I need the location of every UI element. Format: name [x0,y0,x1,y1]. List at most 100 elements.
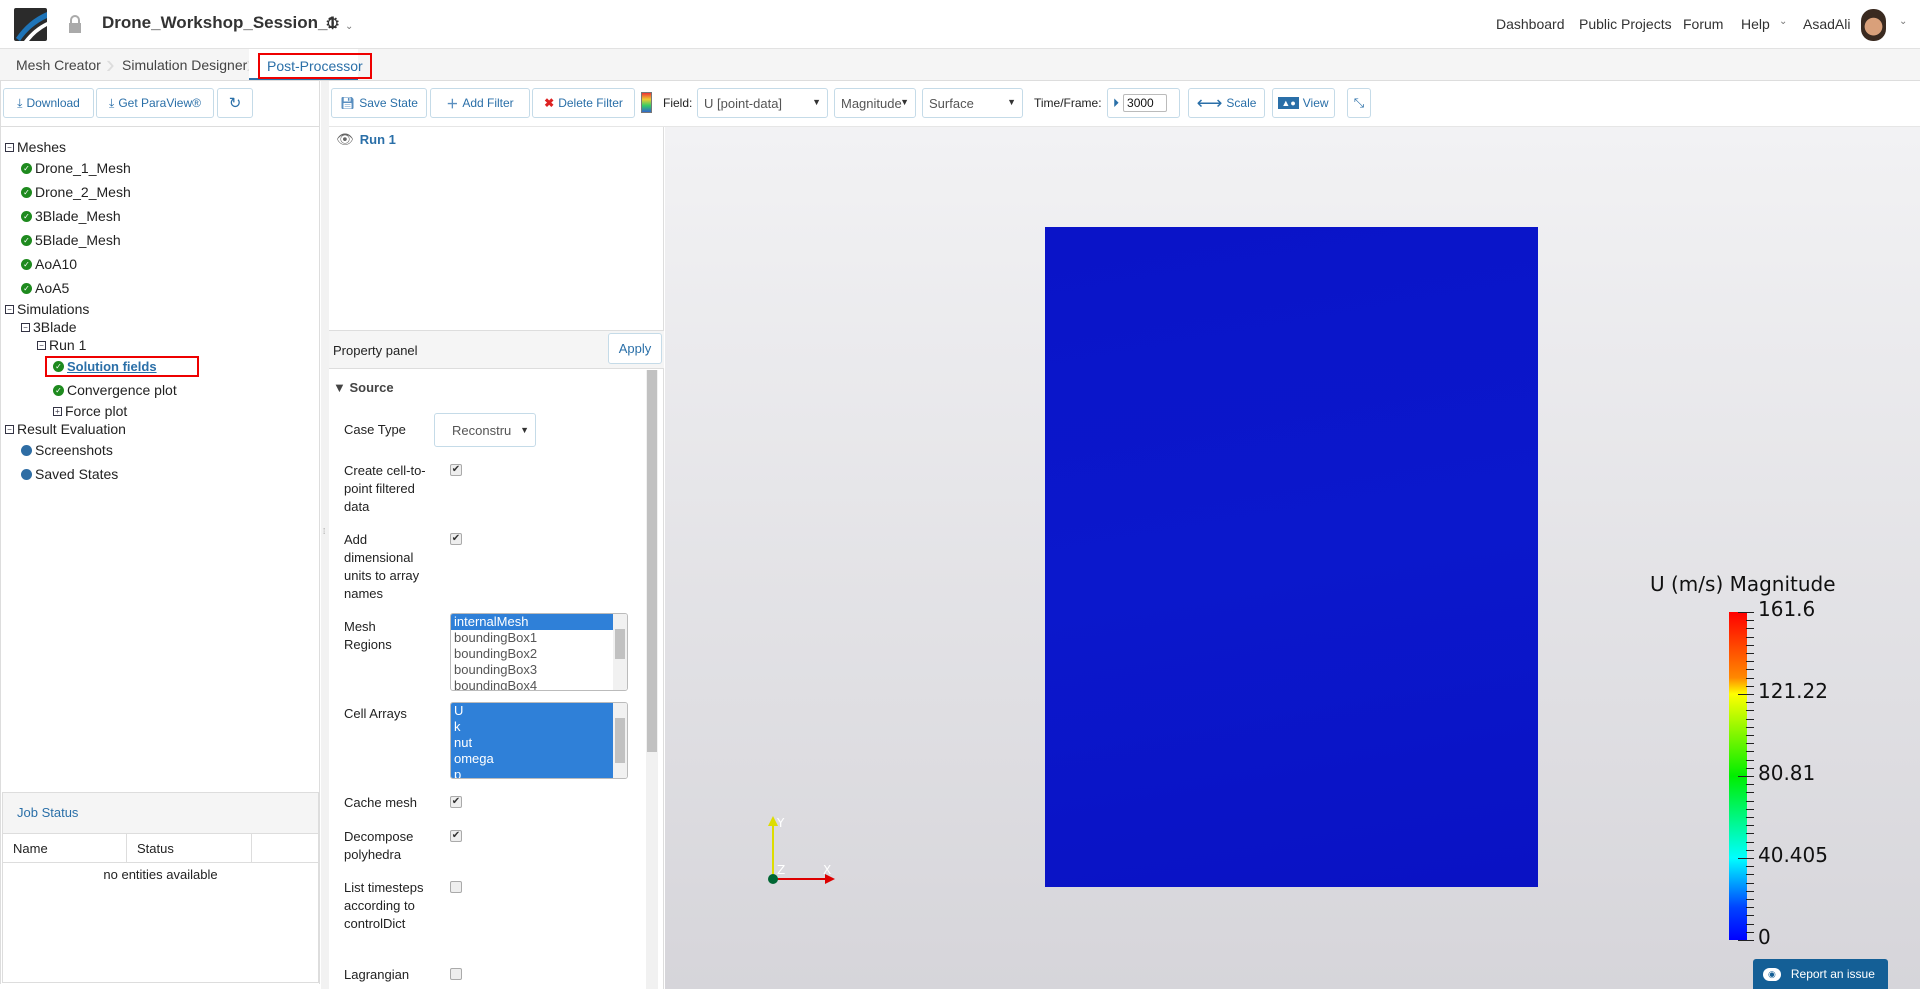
download-icon: ⤓ [17,95,23,110]
save-state-label: Save State [359,96,418,110]
reset-camera-button[interactable]: ⤡ [1347,88,1371,118]
lagrangian-checkbox[interactable] [450,968,462,980]
tree-saved-states[interactable]: Saved States [21,466,118,482]
eye-icon[interactable]: 👁︎ [336,131,354,148]
mesh-regions-list[interactable]: internalMesh boundingBox1 boundingBox2 b… [450,613,628,691]
collapse-icon[interactable]: − [21,322,30,332]
tree-mesh-item[interactable]: ✓ 3Blade_Mesh [21,208,121,224]
caret-down-icon: ▼ [333,380,346,395]
section-source[interactable]: ▼ Source [333,380,394,395]
colorbar-tick [1746,841,1754,843]
list-timesteps-label: List timesteps according to controlDict [344,880,424,931]
decompose-checkbox[interactable]: ✔ [450,830,462,842]
tree-run-1[interactable]: − Run 1 [37,337,86,353]
cell-arrays-list[interactable]: U k nut omega p [450,702,628,779]
view-button[interactable]: ▲● View [1272,88,1335,118]
representation-select[interactable]: Surface ▼ [922,88,1023,118]
user-name[interactable]: AsadAli [1803,16,1850,32]
tree-mesh-item[interactable]: ✓ Drone_1_Mesh [21,160,131,176]
tab-simulation-designer[interactable]: Simulation Designer [122,57,247,73]
colorbar-tick [1746,726,1754,728]
tree-convergence-plot[interactable]: ✓ Convergence plot [53,382,177,398]
divider [1,126,320,127]
add-units-checkbox[interactable]: ✔ [450,533,462,545]
list-option[interactable]: boundingBox1 [451,630,613,646]
report-issue-label: Report an issue [1790,967,1875,981]
colorbar-tick [1746,751,1754,753]
chevron-down-icon[interactable]: ⌄ [1899,16,1907,27]
list-option[interactable]: nut [451,735,613,751]
play-icon[interactable]: ⏵ [1113,96,1119,111]
colormap-icon[interactable] [641,92,652,113]
tree-label: Saved States [35,466,119,482]
scrollbar-thumb[interactable] [647,370,657,752]
list-scrollbar[interactable] [613,703,627,778]
collapse-icon[interactable]: − [5,424,14,434]
check-circle-icon: ✓ [21,234,32,246]
pipeline-label: Run 1 [359,132,396,147]
list-option[interactable]: boundingBox2 [451,646,613,662]
app-logo[interactable] [14,8,47,41]
nav-public-projects[interactable]: Public Projects [1579,16,1672,32]
collapse-icon[interactable]: − [5,142,14,152]
list-option[interactable]: p [451,767,613,778]
refresh-button[interactable]: ↻ [217,88,253,118]
add-filter-button[interactable]: ＋ Add Filter [430,88,530,118]
apply-button[interactable]: Apply [608,333,662,364]
colorbar-tick [1738,940,1754,941]
tree-force-plot[interactable]: + Force plot [53,403,127,419]
lock-icon [68,15,82,33]
chevron-down-icon[interactable]: ⌄ [1779,16,1787,27]
nav-dashboard[interactable]: Dashboard [1496,16,1565,32]
scale-button[interactable]: ⟷ Scale [1188,88,1265,118]
list-option[interactable]: k [451,719,613,735]
tree-label: AoA10 [35,256,78,272]
column-header-status[interactable]: Status [127,834,252,862]
list-scrollbar[interactable] [613,614,627,690]
pipeline-item-run-1[interactable]: 👁︎ Run 1 [336,131,396,148]
list-option[interactable]: U [451,703,613,719]
download-button[interactable]: ⤓ Download [3,88,94,118]
create-cell-checkbox[interactable]: ✔ [450,464,462,476]
expand-icon[interactable]: + [53,406,62,416]
cache-mesh-checkbox[interactable]: ✔ [450,796,462,808]
check-circle-icon: ✓ [21,282,32,294]
tree-result-evaluation[interactable]: − Result Evaluation [5,421,126,437]
list-option[interactable]: boundingBox4 [451,678,613,690]
panel-splitter[interactable]: ⁞ [321,81,329,989]
tree-meshes[interactable]: − Meshes [5,139,66,155]
column-header-name[interactable]: Name [3,834,127,862]
tab-mesh-creator[interactable]: Mesh Creator [16,57,101,73]
caret-down-icon: ▼ [900,97,909,107]
tree-mesh-item[interactable]: ✓ AoA10 [21,256,77,272]
report-issue-button[interactable]: ◉ Report an issue [1753,959,1888,989]
avatar[interactable] [1861,9,1886,41]
tree-mesh-item[interactable]: ✓ 5Blade_Mesh [21,232,121,248]
tree-solution-fields[interactable]: ✓ Solution fields [45,356,199,377]
nav-help[interactable]: Help [1741,16,1770,32]
nav-forum[interactable]: Forum [1683,16,1723,32]
tab-post-processor[interactable]: Post-Processor [258,53,372,79]
tree-screenshots[interactable]: Screenshots [21,442,113,458]
get-paraview-button[interactable]: ⤓ Get ParaView® [96,88,214,118]
create-cell-label: Create cell-to-point filtered data [344,463,426,514]
list-option[interactable]: boundingBox3 [451,662,613,678]
delete-filter-button[interactable]: ✖ Delete Filter [532,88,635,118]
component-select[interactable]: Magnitude ▼ [834,88,916,118]
list-option[interactable]: omega [451,751,613,767]
gear-icon[interactable]: ⚙ ⌄ [325,14,353,34]
collapse-icon[interactable]: − [37,340,46,350]
tree-mesh-item[interactable]: ✓ Drone_2_Mesh [21,184,131,200]
list-timesteps-checkbox[interactable] [450,881,462,893]
time-frame-input[interactable]: 3000 [1123,94,1168,112]
tree-mesh-item[interactable]: ✓ AoA5 [21,280,69,296]
save-state-button[interactable]: 💾︎ Save State [331,88,427,118]
section-label: Source [349,380,394,395]
field-select[interactable]: U [point-data] ▼ [697,88,828,118]
case-type-select[interactable]: Reconstru ▼ [434,413,536,447]
tree-simulation-3blade[interactable]: −3Blade [21,319,77,335]
collapse-icon[interactable]: − [5,304,14,314]
list-option[interactable]: internalMesh [451,614,613,630]
property-scrollbar[interactable] [646,370,658,989]
tree-simulations[interactable]: − Simulations [5,301,89,317]
